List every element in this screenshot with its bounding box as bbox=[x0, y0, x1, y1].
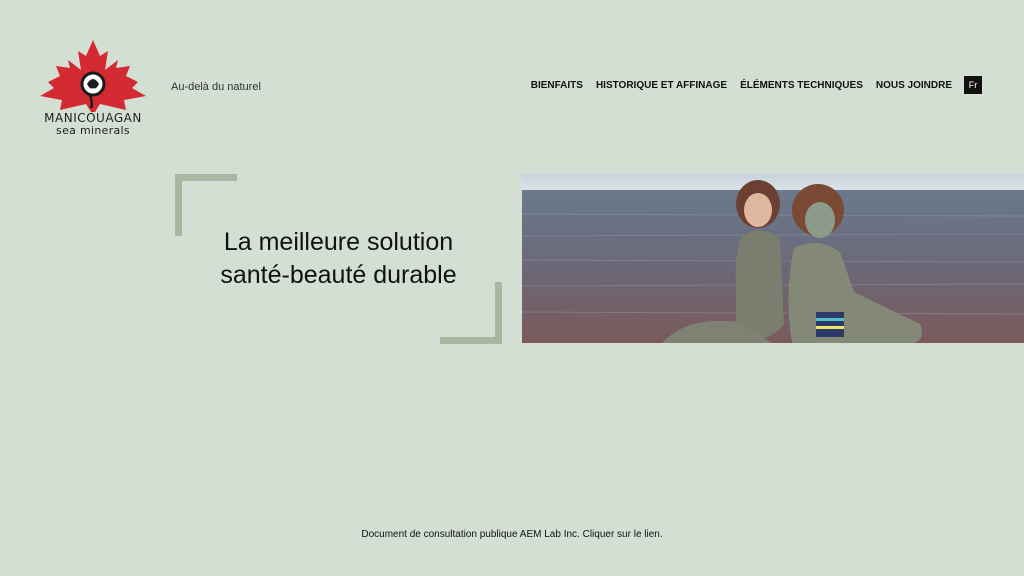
brand-name: MANICOUAGAN bbox=[44, 111, 142, 125]
brand-tagline: Au-delà du naturel bbox=[171, 81, 261, 93]
hero-text-box: La meilleure solution santé-beauté durab… bbox=[175, 174, 502, 344]
nav-item-nous-joindre[interactable]: NOUS JOINDRE bbox=[876, 80, 952, 91]
hero-title-line2: santé-beauté durable bbox=[220, 261, 457, 289]
footer-consultation-link[interactable]: Document de consultation publique AEM La… bbox=[0, 529, 1024, 540]
nav-item-historique[interactable]: HISTORIQUE ET AFFINAGE bbox=[596, 80, 727, 91]
page: MANICOUAGAN sea minerals Au-delà du natu… bbox=[0, 0, 1024, 576]
language-toggle-button[interactable]: Fr bbox=[964, 76, 982, 94]
decorative-bracket-bottom-right bbox=[440, 282, 502, 344]
nav-item-elements-techniques[interactable]: ÉLÉMENTS TECHNIQUES bbox=[740, 80, 863, 91]
hero-title-line1: La meilleure solution bbox=[223, 228, 454, 256]
main-nav: BIENFAITS HISTORIQUE ET AFFINAGE ÉLÉMENT… bbox=[531, 76, 982, 94]
nav-item-bienfaits[interactable]: BIENFAITS bbox=[531, 80, 583, 91]
brand-subtitle: sea minerals bbox=[56, 124, 130, 137]
brand-logo[interactable]: MANICOUAGAN sea minerals bbox=[38, 38, 148, 142]
maple-leaf-icon bbox=[40, 40, 146, 112]
hero-photo bbox=[522, 174, 1024, 343]
